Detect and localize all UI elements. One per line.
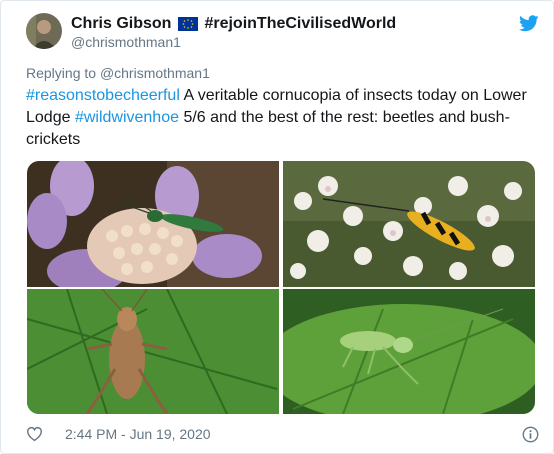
twitter-bird-icon[interactable]	[519, 15, 539, 32]
author-handle[interactable]: @chrismothman1	[71, 34, 181, 50]
hashtag-link[interactable]: #wildwivenhoe	[75, 109, 179, 126]
display-name-hashtag[interactable]: #rejoinTheCivilisedWorld	[204, 15, 396, 33]
photo-bush-cricket-on-leaf[interactable]	[27, 289, 279, 414]
tweet-card: Chris Gibson #rejoinTheCivilisedWorld @c…	[0, 0, 554, 454]
tweet-text: #reasonstobecheerful A veritable cornuco…	[26, 85, 531, 151]
info-icon[interactable]	[522, 426, 539, 443]
eu-flag-icon	[178, 17, 199, 31]
tweet-timestamp[interactable]: 2:44 PM - Jun 19, 2020	[65, 426, 211, 442]
photo-longhorn-beetle-on-hogweed[interactable]	[283, 161, 535, 287]
photo-speckled-bush-cricket[interactable]	[283, 289, 535, 414]
hashtag-link[interactable]: #reasonstobecheerful	[26, 87, 180, 104]
replying-to: Replying to @chrismothman1	[26, 65, 210, 81]
replying-prefix: Replying to	[26, 65, 100, 81]
tweet-footer: 2:44 PM - Jun 19, 2020	[26, 426, 211, 442]
media-grid	[27, 161, 535, 414]
replying-to-link[interactable]: @chrismothman1	[100, 65, 210, 81]
display-name[interactable]: Chris Gibson	[71, 15, 171, 33]
heart-icon[interactable]	[26, 426, 43, 442]
avatar[interactable]	[26, 13, 62, 49]
photo-beetle-on-scabious[interactable]	[27, 161, 279, 287]
author-name-line[interactable]: Chris Gibson #rejoinTheCivilisedWorld	[71, 13, 396, 35]
